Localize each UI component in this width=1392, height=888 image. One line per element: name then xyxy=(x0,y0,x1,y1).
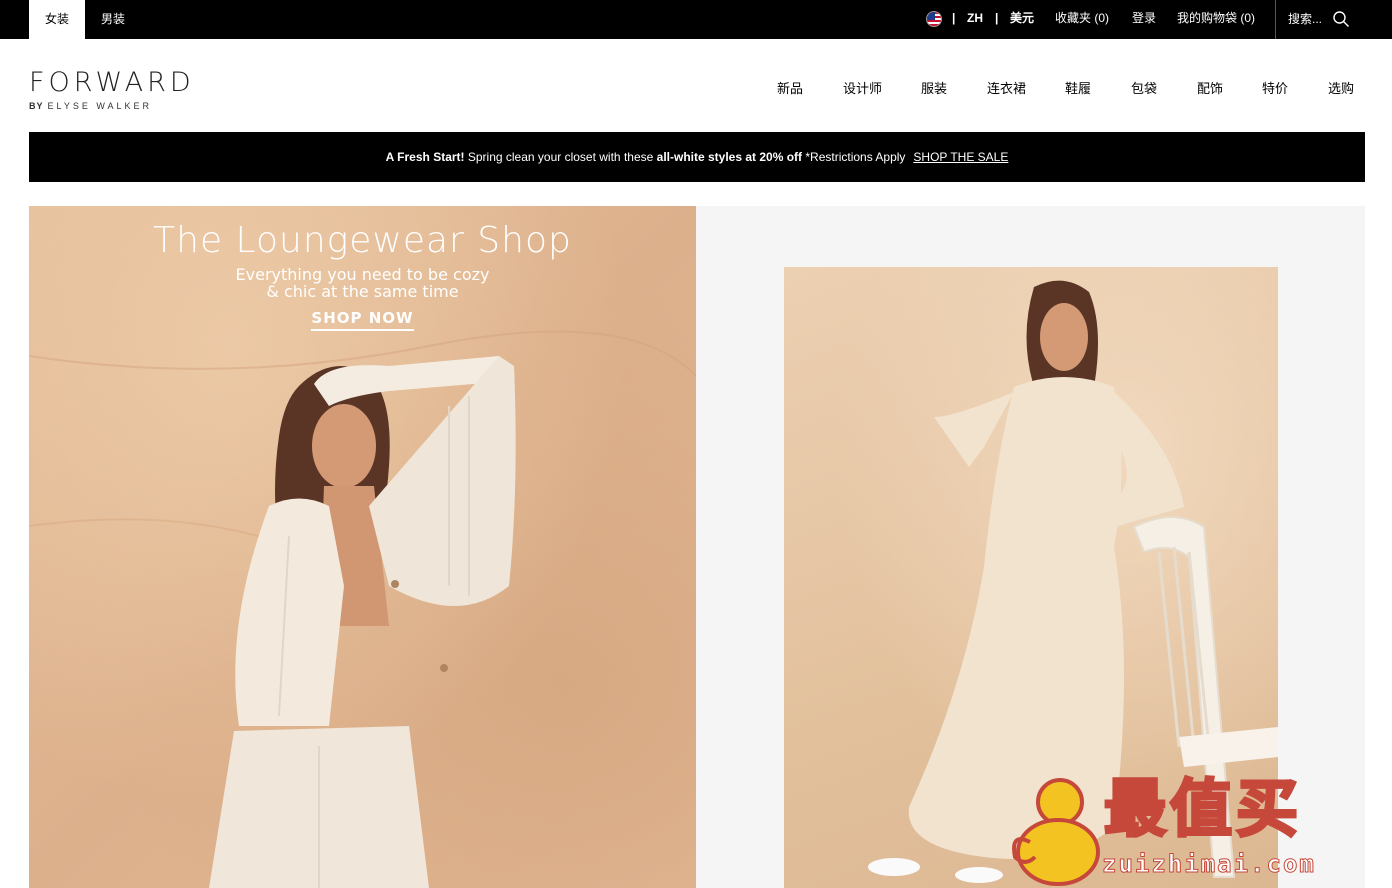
search-icon[interactable] xyxy=(1332,10,1350,28)
loungewear-hero-banner[interactable]: The Loungewear Shop Everything you need … xyxy=(29,206,696,888)
nav-dresses[interactable]: 连衣裙 xyxy=(987,80,1026,98)
model-dress-image[interactable] xyxy=(784,267,1278,888)
hero-title: The Loungewear Shop xyxy=(153,220,572,261)
logo-subtitle: BY ELYSE WALKER xyxy=(29,101,153,111)
promo-banner: A Fresh Start! Spring clean your closet … xyxy=(29,132,1365,182)
nav-clothing[interactable]: 服装 xyxy=(921,80,947,98)
logo-wordmark: FORWARD xyxy=(29,67,195,98)
tab-men[interactable]: 男装 xyxy=(85,0,141,39)
us-flag-icon[interactable] xyxy=(926,11,942,27)
search-input[interactable] xyxy=(1288,10,1336,28)
currency-selector[interactable]: 美元 xyxy=(1010,0,1034,39)
nav-designers[interactable]: 设计师 xyxy=(843,80,882,98)
nav-bags[interactable]: 包袋 xyxy=(1131,80,1157,98)
tab-women[interactable]: 女装 xyxy=(29,0,85,39)
shop-now-button[interactable]: SHOP NOW xyxy=(311,309,414,331)
nav-accessories[interactable]: 配饰 xyxy=(1197,80,1223,98)
wishlist-link[interactable]: 收藏夹 (0) xyxy=(1055,0,1109,39)
promo-highlight: all-white styles at 20% off xyxy=(656,150,803,164)
nav-new[interactable]: 新品 xyxy=(777,80,803,98)
secondary-banner-panel xyxy=(696,206,1365,888)
promo-lead: A Fresh Start! xyxy=(385,150,465,164)
nav-shoes[interactable]: 鞋履 xyxy=(1065,80,1091,98)
nav-edit[interactable]: 选购 xyxy=(1328,80,1354,98)
top-utility-bar: 女装 男装 | ZH | 美元 收藏夹 (0) 登录 我的购物袋 (0) xyxy=(0,0,1392,39)
promo-text: Spring clean your closet with these xyxy=(464,150,657,164)
language-selector[interactable]: ZH xyxy=(967,0,983,39)
hero-subtitle: Everything you need to be cozy & chic at… xyxy=(235,265,490,301)
search-box xyxy=(1275,0,1392,39)
separator: | xyxy=(995,11,999,25)
nav-sale[interactable]: 特价 xyxy=(1262,80,1288,98)
promo-restrictions: *Restrictions Apply xyxy=(802,150,906,164)
login-link[interactable]: 登录 xyxy=(1132,0,1156,39)
separator: | xyxy=(952,11,956,25)
shop-the-sale-link[interactable]: SHOP THE SALE xyxy=(913,150,1008,164)
cart-link[interactable]: 我的购物袋 (0) xyxy=(1177,0,1255,39)
forward-logo[interactable]: FORWARD BY ELYSE WALKER xyxy=(29,68,214,116)
